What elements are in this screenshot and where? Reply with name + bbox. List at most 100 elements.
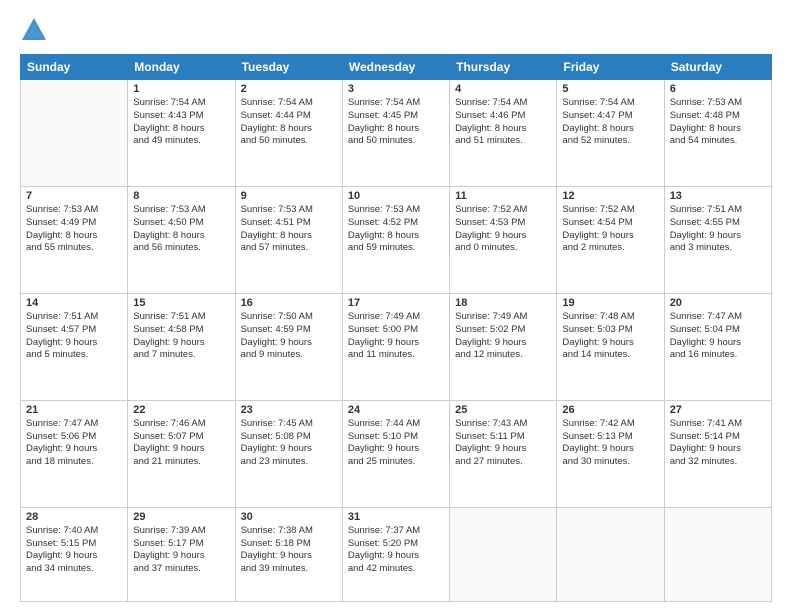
calendar-cell	[450, 507, 557, 601]
calendar-cell: 28 Sunrise: 7:40 AM Sunset: 5:15 PM Dayli…	[21, 507, 128, 601]
calendar-cell: 10 Sunrise: 7:53 AM Sunset: 4:52 PM Dayli…	[342, 186, 449, 293]
day-info: Sunrise: 7:52 AM Sunset: 4:54 PM Dayligh…	[562, 204, 658, 255]
calendar-cell: 19 Sunrise: 7:48 AM Sunset: 5:03 PM Dayli…	[557, 293, 664, 400]
calendar-week-row: 1 Sunrise: 7:54 AM Sunset: 4:43 PM Daylig…	[21, 80, 772, 187]
day-info: Sunrise: 7:51 AM Sunset: 4:57 PM Dayligh…	[26, 311, 122, 362]
calendar-cell: 13 Sunrise: 7:51 AM Sunset: 4:55 PM Dayli…	[664, 186, 771, 293]
calendar-cell: 1 Sunrise: 7:54 AM Sunset: 4:43 PM Daylig…	[128, 80, 235, 187]
calendar-cell: 14 Sunrise: 7:51 AM Sunset: 4:57 PM Dayli…	[21, 293, 128, 400]
day-number: 5	[562, 83, 658, 95]
day-info: Sunrise: 7:43 AM Sunset: 5:11 PM Dayligh…	[455, 418, 551, 469]
day-number: 11	[455, 190, 551, 202]
day-info: Sunrise: 7:54 AM Sunset: 4:43 PM Dayligh…	[133, 97, 229, 148]
day-number: 27	[670, 404, 766, 416]
calendar-cell: 21 Sunrise: 7:47 AM Sunset: 5:06 PM Dayli…	[21, 400, 128, 507]
day-info: Sunrise: 7:49 AM Sunset: 5:00 PM Dayligh…	[348, 311, 444, 362]
day-number: 3	[348, 83, 444, 95]
calendar-week-row: 21 Sunrise: 7:47 AM Sunset: 5:06 PM Dayli…	[21, 400, 772, 507]
day-number: 17	[348, 297, 444, 309]
day-number: 7	[26, 190, 122, 202]
day-number: 13	[670, 190, 766, 202]
calendar-cell	[664, 507, 771, 601]
day-info: Sunrise: 7:37 AM Sunset: 5:20 PM Dayligh…	[348, 525, 444, 576]
day-info: Sunrise: 7:53 AM Sunset: 4:50 PM Dayligh…	[133, 204, 229, 255]
day-info: Sunrise: 7:51 AM Sunset: 4:55 PM Dayligh…	[670, 204, 766, 255]
day-info: Sunrise: 7:47 AM Sunset: 5:06 PM Dayligh…	[26, 418, 122, 469]
day-info: Sunrise: 7:53 AM Sunset: 4:49 PM Dayligh…	[26, 204, 122, 255]
day-info: Sunrise: 7:53 AM Sunset: 4:48 PM Dayligh…	[670, 97, 766, 148]
page: SundayMondayTuesdayWednesdayThursdayFrid…	[0, 0, 792, 612]
day-info: Sunrise: 7:39 AM Sunset: 5:17 PM Dayligh…	[133, 525, 229, 576]
calendar-cell: 25 Sunrise: 7:43 AM Sunset: 5:11 PM Dayli…	[450, 400, 557, 507]
day-number: 14	[26, 297, 122, 309]
day-info: Sunrise: 7:53 AM Sunset: 4:52 PM Dayligh…	[348, 204, 444, 255]
day-number: 16	[241, 297, 337, 309]
calendar-cell: 17 Sunrise: 7:49 AM Sunset: 5:00 PM Dayli…	[342, 293, 449, 400]
day-info: Sunrise: 7:53 AM Sunset: 4:51 PM Dayligh…	[241, 204, 337, 255]
weekday-row: SundayMondayTuesdayWednesdayThursdayFrid…	[21, 55, 772, 80]
calendar-cell	[21, 80, 128, 187]
calendar-cell: 11 Sunrise: 7:52 AM Sunset: 4:53 PM Dayli…	[450, 186, 557, 293]
weekday-header: Wednesday	[342, 55, 449, 80]
day-number: 10	[348, 190, 444, 202]
weekday-header: Friday	[557, 55, 664, 80]
day-info: Sunrise: 7:49 AM Sunset: 5:02 PM Dayligh…	[455, 311, 551, 362]
calendar: SundayMondayTuesdayWednesdayThursdayFrid…	[20, 54, 772, 602]
day-info: Sunrise: 7:48 AM Sunset: 5:03 PM Dayligh…	[562, 311, 658, 362]
weekday-header: Sunday	[21, 55, 128, 80]
day-number: 15	[133, 297, 229, 309]
day-info: Sunrise: 7:41 AM Sunset: 5:14 PM Dayligh…	[670, 418, 766, 469]
calendar-cell: 3Sunrise: 7:54 AM Sunset: 4:45 PM Daylig…	[342, 80, 449, 187]
calendar-cell: 7 Sunrise: 7:53 AM Sunset: 4:49 PM Daylig…	[21, 186, 128, 293]
calendar-week-row: 28 Sunrise: 7:40 AM Sunset: 5:15 PM Dayli…	[21, 507, 772, 601]
calendar-cell: 16 Sunrise: 7:50 AM Sunset: 4:59 PM Dayli…	[235, 293, 342, 400]
calendar-cell: 20 Sunrise: 7:47 AM Sunset: 5:04 PM Dayli…	[664, 293, 771, 400]
day-info: Sunrise: 7:50 AM Sunset: 4:59 PM Dayligh…	[241, 311, 337, 362]
calendar-cell: 24Sunrise: 7:44 AM Sunset: 5:10 PM Dayli…	[342, 400, 449, 507]
weekday-header: Monday	[128, 55, 235, 80]
weekday-header: Tuesday	[235, 55, 342, 80]
calendar-cell: 2 Sunrise: 7:54 AM Sunset: 4:44 PM Daylig…	[235, 80, 342, 187]
weekday-header: Thursday	[450, 55, 557, 80]
day-info: Sunrise: 7:38 AM Sunset: 5:18 PM Dayligh…	[241, 525, 337, 576]
calendar-cell	[557, 507, 664, 601]
calendar-week-row: 7 Sunrise: 7:53 AM Sunset: 4:49 PM Daylig…	[21, 186, 772, 293]
calendar-week-row: 14 Sunrise: 7:51 AM Sunset: 4:57 PM Dayli…	[21, 293, 772, 400]
day-number: 12	[562, 190, 658, 202]
day-number: 29	[133, 511, 229, 523]
day-number: 25	[455, 404, 551, 416]
weekday-header: Saturday	[664, 55, 771, 80]
day-info: Sunrise: 7:47 AM Sunset: 5:04 PM Dayligh…	[670, 311, 766, 362]
calendar-cell: 6Sunrise: 7:53 AM Sunset: 4:48 PM Daylig…	[664, 80, 771, 187]
day-number: 20	[670, 297, 766, 309]
day-number: 21	[26, 404, 122, 416]
day-number: 2	[241, 83, 337, 95]
calendar-cell: 30Sunrise: 7:38 AM Sunset: 5:18 PM Dayli…	[235, 507, 342, 601]
day-number: 28	[26, 511, 122, 523]
day-info: Sunrise: 7:54 AM Sunset: 4:44 PM Dayligh…	[241, 97, 337, 148]
calendar-cell: 5Sunrise: 7:54 AM Sunset: 4:47 PM Daylig…	[557, 80, 664, 187]
calendar-cell: 4Sunrise: 7:54 AM Sunset: 4:46 PM Daylig…	[450, 80, 557, 187]
calendar-cell: 15 Sunrise: 7:51 AM Sunset: 4:58 PM Dayli…	[128, 293, 235, 400]
header	[20, 16, 772, 44]
calendar-cell: 23Sunrise: 7:45 AM Sunset: 5:08 PM Dayli…	[235, 400, 342, 507]
calendar-cell: 8Sunrise: 7:53 AM Sunset: 4:50 PM Daylig…	[128, 186, 235, 293]
day-info: Sunrise: 7:40 AM Sunset: 5:15 PM Dayligh…	[26, 525, 122, 576]
day-number: 23	[241, 404, 337, 416]
day-number: 31	[348, 511, 444, 523]
day-info: Sunrise: 7:46 AM Sunset: 5:07 PM Dayligh…	[133, 418, 229, 469]
calendar-cell: 27 Sunrise: 7:41 AM Sunset: 5:14 PM Dayli…	[664, 400, 771, 507]
calendar-cell: 12 Sunrise: 7:52 AM Sunset: 4:54 PM Dayli…	[557, 186, 664, 293]
day-number: 1	[133, 83, 229, 95]
day-info: Sunrise: 7:54 AM Sunset: 4:46 PM Dayligh…	[455, 97, 551, 148]
logo-icon	[20, 16, 48, 44]
day-number: 19	[562, 297, 658, 309]
calendar-cell: 31 Sunrise: 7:37 AM Sunset: 5:20 PM Dayli…	[342, 507, 449, 601]
logo	[20, 16, 52, 44]
day-info: Sunrise: 7:52 AM Sunset: 4:53 PM Dayligh…	[455, 204, 551, 255]
calendar-cell: 22Sunrise: 7:46 AM Sunset: 5:07 PM Dayli…	[128, 400, 235, 507]
day-info: Sunrise: 7:51 AM Sunset: 4:58 PM Dayligh…	[133, 311, 229, 362]
calendar-cell: 29 Sunrise: 7:39 AM Sunset: 5:17 PM Dayli…	[128, 507, 235, 601]
day-number: 24	[348, 404, 444, 416]
calendar-cell: 9Sunrise: 7:53 AM Sunset: 4:51 PM Daylig…	[235, 186, 342, 293]
